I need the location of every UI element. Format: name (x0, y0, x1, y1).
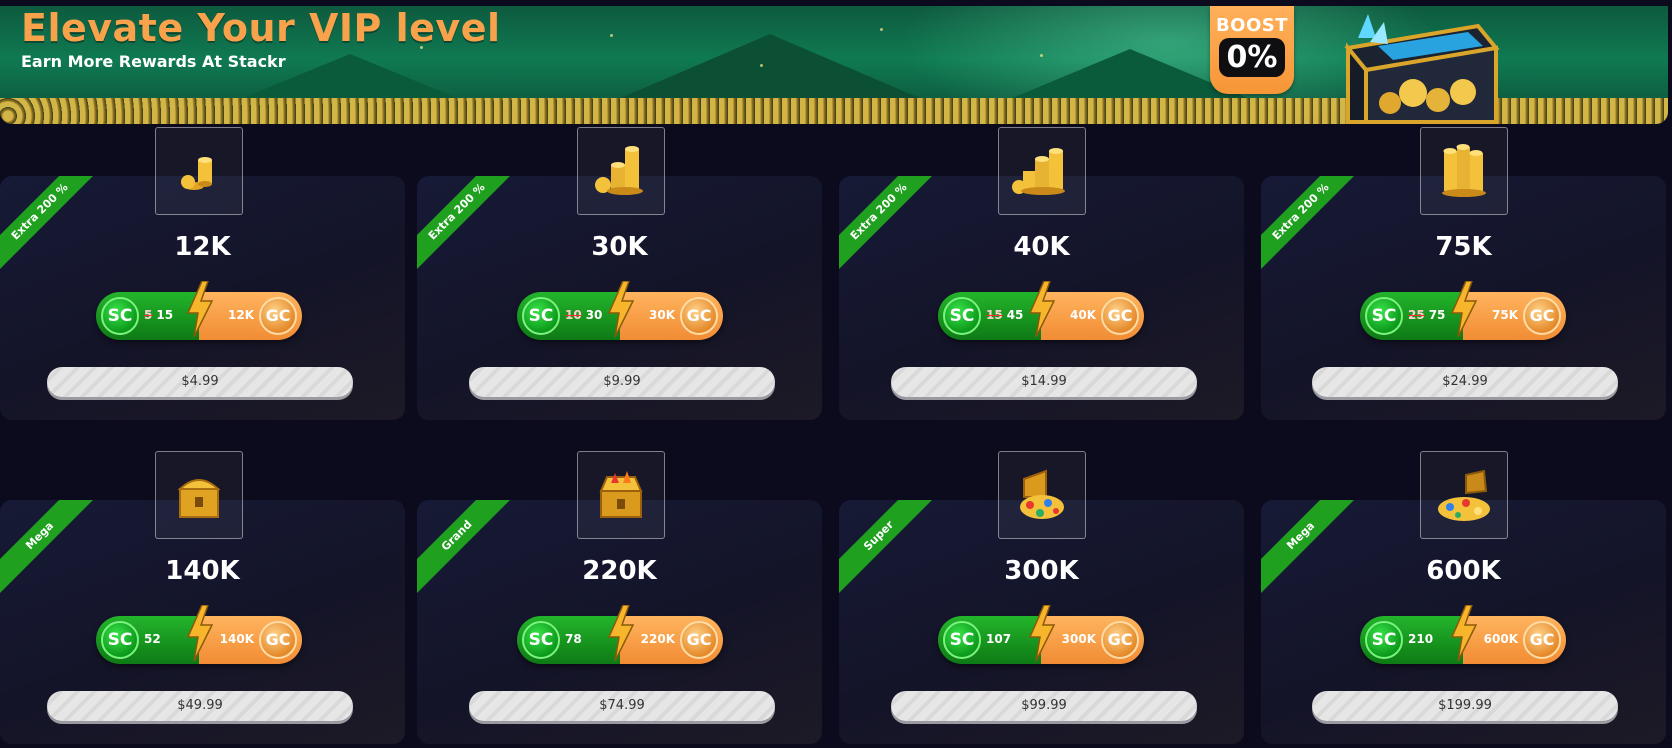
boost-badge: BOOST 0% (1210, 6, 1294, 94)
sc-new-amount: 45 (1006, 308, 1024, 322)
jewel-chest-icon (577, 451, 665, 539)
sweep-coins-side: SC 10 30 (517, 292, 620, 340)
sc-amount: 25 75 (1408, 308, 1445, 322)
gc-coin-icon: GC (1523, 297, 1561, 335)
gc-amount: 12K (228, 308, 254, 322)
sc-coin-icon: SC (101, 297, 139, 335)
package-amount: 300K (1004, 556, 1079, 586)
gold-chest-icon (155, 451, 243, 539)
sc-coin-icon: SC (943, 621, 981, 659)
vip-banner: Elevate Your VIP level Earn More Rewards… (0, 6, 1668, 124)
sc-coin-icon: SC (522, 297, 560, 335)
gc-coin-icon: GC (259, 621, 297, 659)
sc-amount: 5 15 (144, 308, 173, 322)
treasure-hoard-icon (1420, 451, 1508, 539)
sc-coin-icon: SC (943, 297, 981, 335)
treasure-chest-icon (998, 451, 1086, 539)
sc-new-amount: 15 (156, 308, 174, 322)
sweep-coins-side: SC 25 75 (1360, 292, 1463, 340)
gold-coins-side: 220K GC (620, 616, 723, 664)
sweep-coins-side: SC 5 15 (96, 292, 199, 340)
sc-old-amount: 5 (144, 308, 153, 322)
buy-button[interactable]: $14.99 (891, 367, 1197, 397)
gc-coin-icon: GC (680, 621, 718, 659)
sc-amount: 78 (565, 632, 582, 646)
sc-old-amount: 25 (1408, 308, 1425, 322)
package-amount: 140K (165, 556, 240, 586)
gc-coin-icon: GC (1101, 621, 1139, 659)
sc-old-amount: 10 (565, 308, 582, 322)
buy-button[interactable]: $49.99 (47, 691, 353, 721)
lightning-bolt-icon (607, 605, 635, 661)
lightning-bolt-icon (186, 605, 214, 661)
gold-coins-side: 40K GC (1041, 292, 1144, 340)
sc-coin-icon: SC (1365, 621, 1403, 659)
buy-button[interactable]: $99.99 (891, 691, 1197, 721)
small-coin-stack-icon (155, 127, 243, 215)
gc-amount: 220K (640, 632, 675, 646)
lightning-bolt-icon (1028, 605, 1056, 661)
gc-amount: 300K (1061, 632, 1096, 646)
boost-label: BOOST (1215, 15, 1289, 36)
lightning-bolt-icon (607, 281, 635, 337)
package-amount: 75K (1435, 232, 1492, 262)
sc-amount: 107 (986, 632, 1012, 646)
coin-stacks-icon (577, 127, 665, 215)
buy-button[interactable]: $24.99 (1312, 367, 1618, 397)
gold-coins-side: 600K GC (1463, 616, 1566, 664)
gold-coins-side: 300K GC (1041, 616, 1144, 664)
gc-amount: 75K (1492, 308, 1518, 322)
buy-button[interactable]: $199.99 (1312, 691, 1618, 721)
coin-stacks-icon (998, 127, 1086, 215)
gc-amount: 30K (649, 308, 675, 322)
gold-coins-side: 12K GC (199, 292, 302, 340)
gold-coins-side: 140K GC (199, 616, 302, 664)
lightning-bolt-icon (1028, 281, 1056, 337)
gc-coin-icon: GC (1523, 621, 1561, 659)
gc-amount: 600K (1483, 632, 1518, 646)
sweep-coins-side: SC 15 45 (938, 292, 1041, 340)
boost-value: 0% (1218, 38, 1286, 77)
sc-old-amount: 15 (986, 308, 1003, 322)
package-amount: 40K (1013, 232, 1070, 262)
gc-coin-icon: GC (680, 297, 718, 335)
sparkle (1040, 54, 1043, 57)
sc-amount: 52 (144, 632, 161, 646)
banner-subtitle: Earn More Rewards At Stackr (21, 52, 286, 71)
lightning-bolt-icon (186, 281, 214, 337)
sparkle (880, 28, 883, 31)
sweep-coins-side: SC 52 (96, 616, 199, 664)
sparkle (610, 34, 613, 37)
package-amount: 220K (582, 556, 657, 586)
sc-amount: 15 45 (986, 308, 1023, 322)
gc-coin-icon: GC (259, 297, 297, 335)
buy-button[interactable]: $9.99 (469, 367, 775, 397)
sweep-coins-side: SC 210 (1360, 616, 1463, 664)
sweep-coins-side: SC 78 (517, 616, 620, 664)
treasure-chest-icon (1344, 14, 1500, 124)
sc-new-amount: 30 (585, 308, 603, 322)
sc-amount: 10 30 (565, 308, 602, 322)
buy-button[interactable]: $4.99 (47, 367, 353, 397)
sc-coin-icon: SC (522, 621, 560, 659)
buy-button[interactable]: $74.99 (469, 691, 775, 721)
sparkle (760, 64, 763, 67)
package-amount: 600K (1426, 556, 1501, 586)
sc-new-amount: 75 (1428, 308, 1446, 322)
gc-amount: 40K (1070, 308, 1096, 322)
sc-amount: 210 (1408, 632, 1434, 646)
sc-coin-icon: SC (1365, 297, 1403, 335)
gold-coins-side: 75K GC (1463, 292, 1566, 340)
banner-title: Elevate Your VIP level (21, 6, 501, 50)
gc-coin-icon: GC (1101, 297, 1139, 335)
sc-coin-icon: SC (101, 621, 139, 659)
lightning-bolt-icon (1450, 281, 1478, 337)
sweep-coins-side: SC 107 (938, 616, 1041, 664)
gold-coins-side: 30K GC (620, 292, 723, 340)
lightning-bolt-icon (1450, 605, 1478, 661)
package-amount: 30K (591, 232, 648, 262)
gc-amount: 140K (219, 632, 254, 646)
package-amount: 12K (174, 232, 231, 262)
large-coin-stacks-icon (1420, 127, 1508, 215)
